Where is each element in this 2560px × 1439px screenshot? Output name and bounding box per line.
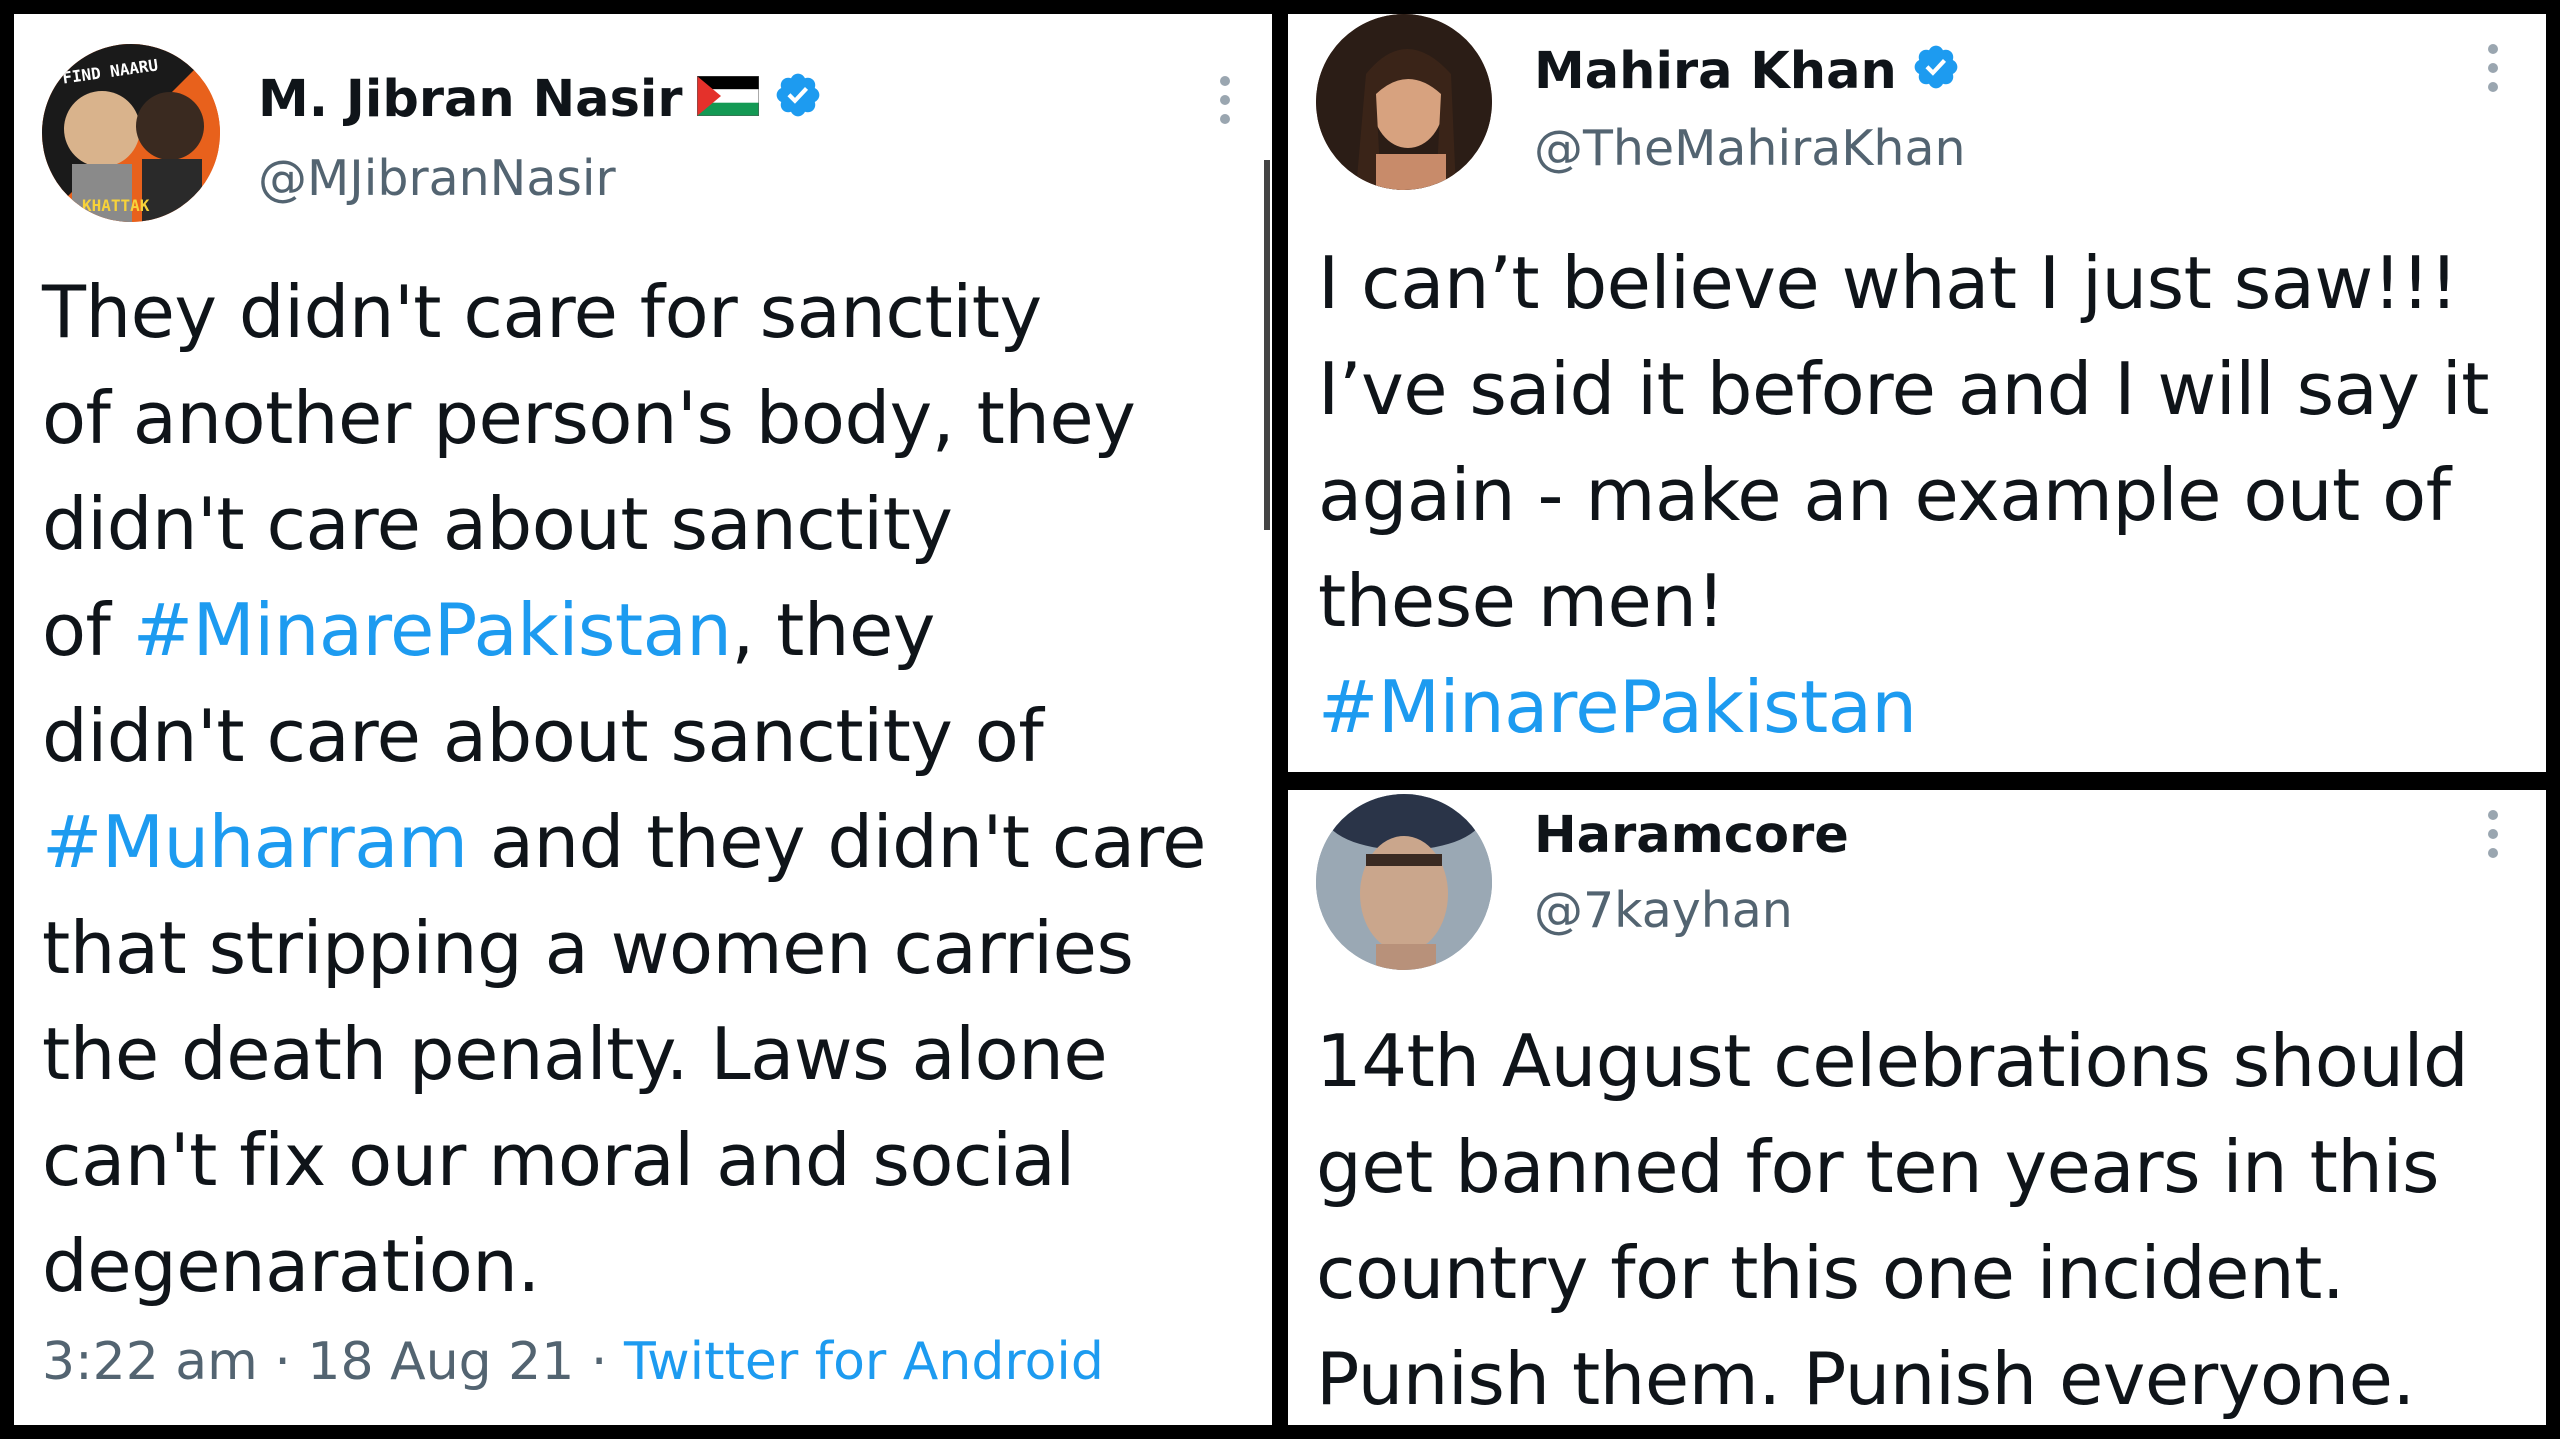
tweet-text-segment: get banned for ten years in this [1316,1125,2439,1209]
display-name[interactable]: Haramcore [1534,810,1849,861]
divider [1264,160,1270,530]
tweet-text-line: Punish them. Punish everyone. [1316,1326,2468,1425]
tweet-text-segment: didn't care about sanctity [42,482,953,566]
tweet-date[interactable]: 18 Aug 21 [307,1332,574,1392]
tweet-text-line: #Muharram and they didn't care [42,789,1206,895]
tweet-text-line: didn't care about sanctity of [42,683,1206,789]
tweet-card-mahira: Mahira Khan @TheMahiraKhan I can’t belie… [1288,14,2546,772]
tweet-text-line: get banned for ten years in this [1316,1114,2468,1220]
more-options-icon[interactable] [1218,76,1232,124]
avatar-text-bottom: KHATTAK [82,196,150,215]
more-options-icon[interactable] [2486,810,2500,858]
tweet-text-segment: They didn't care for sanctity [42,270,1042,354]
handle[interactable]: @MJibranNasir [258,154,616,203]
tweet-text-segment: I can’t believe what I just saw!!! [1318,241,2458,325]
tweet-text-line: I can’t believe what I just saw!!! [1318,230,2489,336]
tweet-text-line: They didn't care for sanctity [42,259,1206,365]
tweet-text-line: these men! [1318,548,2489,654]
tweet-text-line: of #MinarePakistan, they [42,577,1206,683]
meta-separator: · [574,1332,624,1392]
tweet-text-segment: , they [731,588,935,672]
handle[interactable]: @7kayhan [1534,886,1793,935]
display-name-row: M. Jibran Nasir [258,70,823,129]
tweet-text-segment: again - make an example out of [1318,453,2451,537]
tweet-text-line: #MinarePakistan [1318,654,2489,760]
tweet-text: 14th August celebrations should get banne… [1316,1008,2469,1425]
meta-separator: · [257,1332,308,1392]
display-name[interactable]: M. Jibran Nasir [258,74,683,125]
tweet-text-segment: that stripping a women carries [42,906,1134,990]
tweet-text-segment: didn't care about sanctity of [42,694,1044,778]
tweet-text-segment: these men! [1318,559,1725,643]
tweet-text-segment: degenaration. [42,1224,540,1308]
hashtag-link[interactable]: #MinarePakistan [133,588,732,672]
tweet-text-line: the death penalty. Laws alone [42,1001,1206,1107]
verified-badge-icon [1911,42,1961,101]
more-options-icon[interactable] [2486,44,2500,92]
tweet-text-segment: can't fix our moral and social [42,1118,1075,1202]
tweet-meta: 3:22 am · 18 Aug 21 · Twitter for Androi… [42,1336,1104,1388]
tweet-text-line: I’ve said it before and I will say it [1318,336,2489,442]
display-name-row: Haramcore [1534,810,1849,861]
hashtag-link[interactable]: #Muharram [42,800,468,884]
tweet-text-line: country for this one incident. [1316,1220,2468,1326]
verified-badge-icon [773,70,823,129]
tweet-text-segment: I’ve said it before and I will say it [1318,347,2489,431]
tweet-card-jibran: FIND NAARU KHATTAK M. Jibran Nasir @MJib… [14,14,1272,1425]
tweet-text-segment: country for this one incident. [1316,1231,2345,1315]
tweet-text-line: 14th August celebrations should [1316,1008,2469,1114]
hashtag-link[interactable]: #MinarePakistan [1318,665,1917,749]
tweet-text-line: of another person's body, they [42,365,1206,471]
tweet-card-haramcore: Haramcore @7kayhan 14th August celebrati… [1288,790,2546,1425]
tweet-text: I can’t believe what I just saw!!! I’ve s… [1318,230,2489,760]
avatar-haramcore[interactable] [1316,794,1492,970]
tweet-text: They didn't care for sanctity of another … [42,259,1206,1319]
tweet-text-segment: and they didn't care [467,800,1207,884]
tweet-text-segment: of another person's body, they [42,376,1136,460]
tweet-text-line: didn't care about sanctity [42,471,1206,577]
palestine-flag-icon [696,74,760,125]
tweet-text-segment: of [42,588,133,672]
tweet-time[interactable]: 3:22 am [42,1332,258,1392]
tweet-text-segment: 14th August celebrations should [1316,1019,2469,1103]
tweet-text-segment: the death penalty. Laws alone [42,1012,1108,1096]
tweet-text-line: again - make an example out of [1318,442,2489,548]
tweet-text-line: can't fix our moral and social [42,1107,1206,1213]
tweet-text-line: that stripping a women carries [42,895,1206,1001]
display-name[interactable]: Mahira Khan [1534,46,1897,97]
tweet-source-link[interactable]: Twitter for Android [624,1332,1104,1392]
avatar-mahira[interactable] [1316,14,1492,190]
handle[interactable]: @TheMahiraKhan [1534,124,1966,173]
display-name-row: Mahira Khan [1534,42,1961,101]
avatar-jibran[interactable]: FIND NAARU KHATTAK [42,44,220,222]
tweet-text-segment: Punish them. Punish everyone. [1316,1337,2415,1421]
tweet-text-line: degenaration. [42,1213,1206,1319]
